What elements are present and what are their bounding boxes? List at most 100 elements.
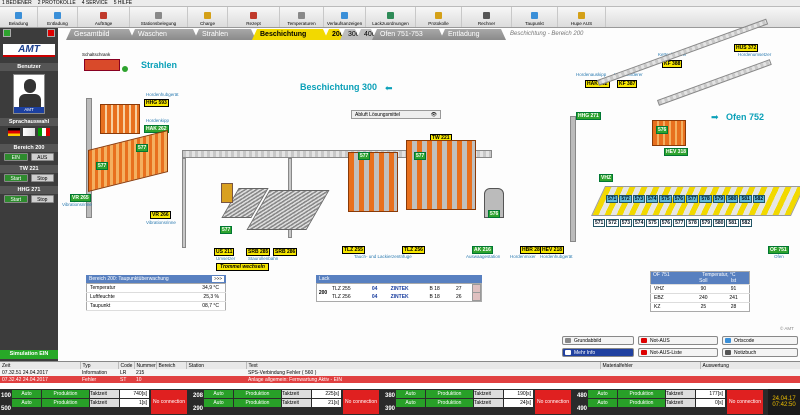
hhg271-label[interactable]: HHG 271: [576, 112, 601, 120]
ortscode-button[interactable]: Ortscode: [722, 336, 798, 345]
produktion-badge: Produktion: [618, 390, 665, 398]
bereich200-aus-button[interactable]: AUS: [30, 153, 54, 161]
alarm-list[interactable]: Zeit Typ Code Nummer Bereich Station Text Mater…: [0, 361, 800, 389]
alarm-header[interactable]: Zeit: [0, 362, 81, 369]
notausliste-label: Not-AUS-Liste: [650, 350, 682, 356]
hev218-label[interactable]: HEV 218: [540, 246, 565, 254]
us211-label[interactable]: US 211: [214, 248, 235, 256]
tw221-start-button[interactable]: Start: [4, 174, 28, 182]
alarm-header[interactable]: Text: [246, 362, 601, 369]
alarm-header[interactable]: Station: [186, 362, 247, 369]
tab-9: Beschichtung - Bereich 200: [510, 31, 584, 37]
tab-7[interactable]: Ofen 751-753: [372, 29, 444, 40]
alarm-header[interactable]: Auswertung: [700, 362, 800, 369]
abluft-box[interactable]: Abluft Lösungsmittel 👁: [351, 110, 441, 119]
toolbar-button-7[interactable]: Verlaufsanzeigen: [324, 7, 366, 27]
tlz255-label[interactable]: TLZ 255: [342, 246, 365, 254]
notizbuch-button[interactable]: Notizbuch: [722, 348, 798, 357]
lack-action-icon[interactable]: [472, 292, 481, 301]
menu-item-0[interactable]: 1 BEDIENER: [2, 0, 32, 6]
flag-blank-icon[interactable]: [23, 128, 35, 136]
tab-3[interactable]: Beschichtung: [252, 29, 328, 40]
simulation-button[interactable]: Simulation EIN: [0, 350, 58, 359]
tlz256-label[interactable]: TLZ 256: [402, 246, 425, 254]
toolbar-button-4[interactable]: Charge: [188, 7, 228, 27]
alarm-header[interactable]: Code: [118, 362, 135, 369]
alarm-header[interactable]: Nummer: [134, 362, 157, 369]
toolbar-button-3[interactable]: Stationsbelegung: [130, 7, 188, 27]
trommel-wechseln-button[interactable]: Trommel wechseln: [216, 263, 269, 271]
flag-de-icon[interactable]: [8, 128, 20, 136]
grundabbild-button[interactable]: Grundabbild: [562, 336, 634, 345]
alarm-led-icon: [47, 29, 55, 37]
notizbuch-label: Notizbuch: [734, 350, 757, 356]
hhg593-label[interactable]: HHG 593: [144, 99, 169, 107]
tab-1[interactable]: Waschen: [130, 29, 198, 40]
ofen-chip-top: 577: [686, 195, 699, 203]
tlz255-machine[interactable]: [348, 152, 398, 212]
mehrinfo-button[interactable]: Mehr Info: [562, 348, 634, 357]
toolbar-button-2[interactable]: Aufträge: [78, 7, 130, 27]
tlz256-machine[interactable]: [406, 140, 476, 210]
schaltschrank-cabinet[interactable]: [84, 59, 120, 71]
vibrationsrinne-machine[interactable]: [88, 130, 168, 192]
hus372-label[interactable]: HUS 372: [734, 44, 759, 52]
toolbar-button-0[interactable]: Beladung: [0, 7, 38, 27]
toolbar-button-9[interactable]: Protokolle: [416, 7, 462, 27]
lack-action-icon[interactable]: [472, 284, 481, 293]
alarm-row[interactable]: 07.32.51 24.04.2017 Information LR 215 SPS-V…: [0, 369, 800, 376]
ofen-zone: KZ: [654, 304, 661, 310]
toolbar-button-6[interactable]: Temperaturen: [280, 7, 324, 27]
alarm-row[interactable]: 07.32.42 24.04.2017 Fehler ST 10 Anlage allg…: [0, 376, 800, 383]
vr266-label[interactable]: VR 266: [150, 211, 171, 219]
alarm-header[interactable]: Bereich: [156, 362, 187, 369]
home-icon: [565, 338, 571, 343]
vhz-label[interactable]: VHZ: [599, 174, 613, 182]
flag-it-icon[interactable]: [38, 128, 50, 136]
taupunkt-more-button[interactable]: >>>: [212, 276, 224, 282]
bereich200-ein-button[interactable]: EIN: [4, 153, 28, 161]
ofen-chips-top: 571 572 573 574 575 576 577 578 579 580 581 582: [606, 195, 766, 203]
of751-label[interactable]: OF 751: [768, 246, 789, 254]
toolbar-button-1[interactable]: Entladung: [38, 7, 78, 27]
tab-2[interactable]: Strahlen: [194, 29, 256, 40]
lack-cell-val: 27: [455, 285, 462, 292]
toolbar-button-12[interactable]: Hupe AUS: [558, 7, 606, 27]
lack-row[interactable]: TLZ 256 04 ZINTEK B 18 26: [329, 292, 481, 301]
hordenkipp-machine[interactable]: [100, 104, 140, 134]
ak216-label[interactable]: AK 216: [472, 246, 493, 254]
hhg271-stop-button[interactable]: Stop: [30, 195, 54, 203]
lack-cell-name: ZINTEK: [390, 293, 409, 300]
alarm-header[interactable]: Typ: [80, 362, 119, 369]
tab-8[interactable]: Entladung: [440, 29, 506, 40]
toolbar-button-8[interactable]: Lackzuordnungen: [366, 7, 416, 27]
vr265-label[interactable]: VR 265: [70, 194, 91, 202]
alarm-header[interactable]: Materialfehler: [600, 362, 701, 369]
ofen-chip-bottom: 581: [726, 219, 739, 227]
hev318-label[interactable]: HEV 318: [664, 148, 689, 156]
taupunkt-header: Bereich 200: Taupunktüberwachung >>>: [86, 275, 226, 283]
toolbar-button-5[interactable]: Rezept: [228, 7, 280, 27]
toolbar-button-11[interactable]: Taupunkt: [512, 7, 558, 27]
srb286-label[interactable]: SRB 286: [273, 248, 298, 256]
menu-item-1[interactable]: 2 PROTOKOLLE: [38, 0, 76, 6]
notausliste-button[interactable]: Not-AUS-Liste: [638, 348, 718, 357]
menu-item-3[interactable]: 5 HILFE: [114, 0, 132, 6]
notaus-button[interactable]: Not-AUS: [638, 336, 718, 345]
kf387-label[interactable]: KF 387: [617, 80, 638, 88]
conveyor-leg-a: [182, 158, 186, 248]
strahlen-title: Strahlen: [141, 60, 178, 70]
user-avatar[interactable]: AMT: [13, 74, 45, 114]
srb285-label[interactable]: SRB 285: [246, 248, 271, 256]
alarm-cell-station: [186, 369, 246, 376]
alarm-cell-typ: Information: [82, 369, 108, 376]
hhg271-start-button[interactable]: Start: [4, 195, 28, 203]
tab-0[interactable]: Gesamtbild: [66, 29, 134, 40]
lack-row[interactable]: TLZ 255 04 ZINTEK B 18 27: [329, 284, 481, 293]
toolbar-label-11: Taupunkt: [525, 21, 544, 26]
tw221-stop-button[interactable]: Stop: [30, 174, 54, 182]
toolbar-button-10[interactable]: Rechner: [462, 7, 512, 27]
amt-logo: AMT: [3, 44, 55, 57]
status-led-icon: [3, 29, 11, 37]
menu-item-2[interactable]: 4 SERVICE: [82, 0, 108, 6]
